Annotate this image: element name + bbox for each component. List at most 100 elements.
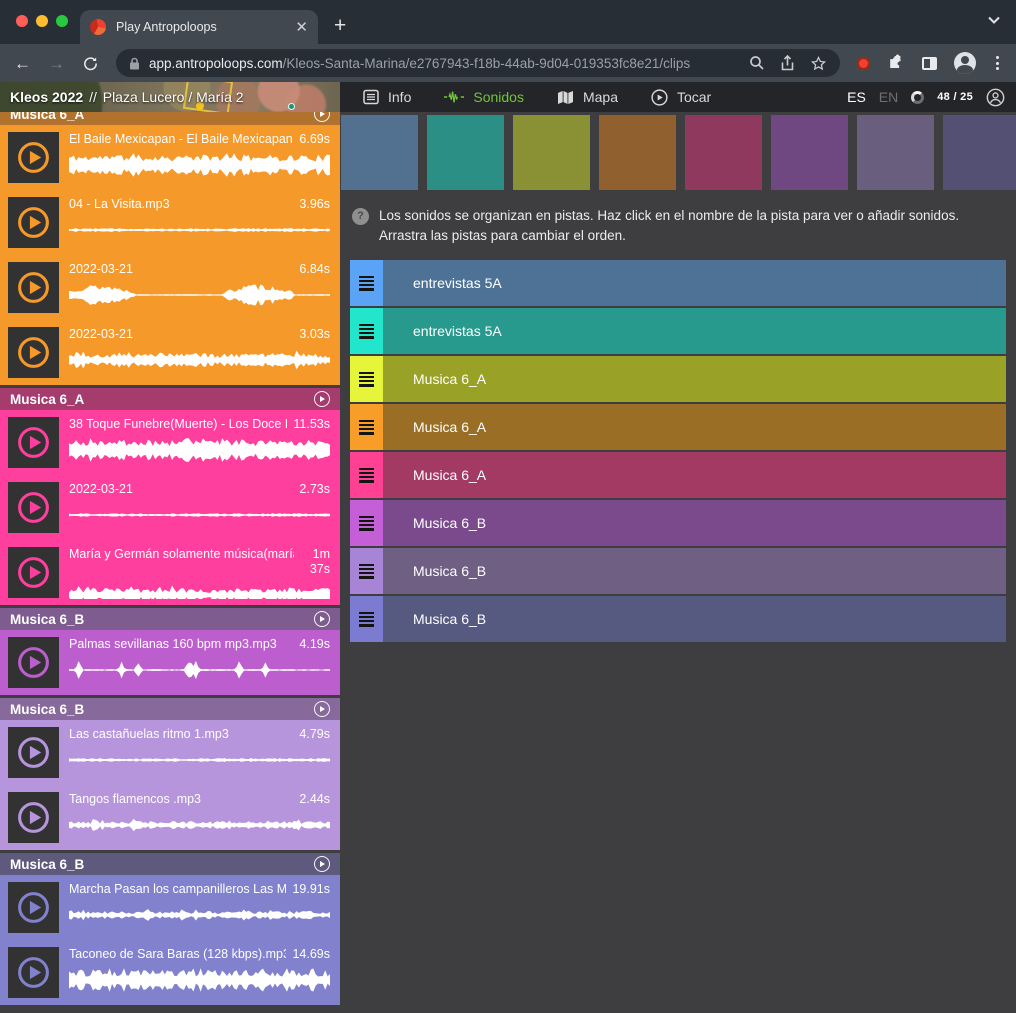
address-bar[interactable]: app.antropoloops.com/Kleos-Santa-Marina/… [116, 49, 840, 77]
clip-row[interactable]: 2022-03-212.73s [0, 475, 340, 540]
bookmark-star-icon[interactable] [810, 55, 827, 72]
track-drag-handle[interactable] [350, 548, 383, 594]
track-drag-handle[interactable] [350, 260, 383, 306]
color-swatch[interactable] [427, 115, 504, 190]
side-panel-icon[interactable] [922, 57, 937, 70]
recording-indicator-icon[interactable] [857, 57, 870, 70]
track-name: Musica 6_B [413, 611, 486, 627]
clip-play-button[interactable] [8, 947, 59, 998]
clip-row[interactable]: Tangos flamencos .mp32.44s [0, 785, 340, 850]
breadcrumb-project[interactable]: Kleos 2022 [10, 89, 83, 105]
clip-row[interactable]: El Baile Mexicapan - El Baile Mexicapan.… [0, 125, 340, 190]
tab-close-icon[interactable]: ✕ [295, 20, 308, 35]
clip-title: 38 Toque Funebre(Muerte) - Los Doce Par.… [69, 417, 287, 432]
section-play-icon[interactable] [314, 611, 330, 627]
map-thumbnail[interactable]: Kleos 2022 // Plaza Lucero / María 2 [0, 82, 340, 112]
color-swatch[interactable] [341, 115, 418, 190]
lang-es[interactable]: ES [847, 89, 866, 105]
color-swatch[interactable] [857, 115, 934, 190]
section-play-icon[interactable] [314, 391, 330, 407]
color-swatch[interactable] [513, 115, 590, 190]
track-row[interactable]: entrevistas 5A [350, 308, 1006, 354]
track-section-title: Musica 6_B [10, 702, 84, 717]
share-icon[interactable] [780, 55, 795, 71]
clip-play-button[interactable] [8, 482, 59, 533]
clip-play-button[interactable] [8, 727, 59, 778]
track-section-header[interactable]: Musica 6_A [0, 388, 340, 410]
clip-play-button[interactable] [8, 417, 59, 468]
track-row[interactable]: Musica 6_B [350, 548, 1006, 594]
extensions-puzzle-icon[interactable] [887, 54, 905, 72]
track-section-title: Musica 6_A [10, 392, 84, 407]
clip-play-button[interactable] [8, 792, 59, 843]
loop-counter: 48 / 25 [937, 91, 973, 103]
track-drag-handle[interactable] [350, 404, 383, 450]
track-row[interactable]: entrevistas 5A [350, 260, 1006, 306]
clip-row[interactable]: 38 Toque Funebre(Muerte) - Los Doce Par.… [0, 410, 340, 475]
help-question-icon: ? [352, 208, 369, 225]
tab-mapa[interactable]: Mapa [557, 89, 618, 105]
track-drag-handle[interactable] [350, 596, 383, 642]
section-play-icon[interactable] [314, 112, 330, 122]
tab-title: Play Antropoloops [116, 20, 285, 34]
tab-sonidos[interactable]: Sonidos [444, 89, 524, 105]
clip-play-button[interactable] [8, 882, 59, 933]
track-drag-handle[interactable] [350, 356, 383, 402]
track-drag-handle[interactable] [350, 308, 383, 354]
clip-row[interactable]: 2022-03-216.84s [0, 255, 340, 320]
clip-play-button[interactable] [8, 132, 59, 183]
loading-spinner-icon [911, 91, 924, 104]
track-section-header[interactable]: Musica 6_B [0, 608, 340, 630]
window-controls[interactable] [16, 15, 68, 27]
reload-button[interactable] [82, 55, 99, 72]
color-swatch[interactable] [771, 115, 848, 190]
tab-info[interactable]: Info [363, 89, 411, 105]
clip-row[interactable]: Palmas sevillanas 160 bpm mp3.mp34.19s [0, 630, 340, 695]
account-icon[interactable] [986, 88, 1005, 107]
play-icon [15, 889, 52, 926]
zoom-search-icon[interactable] [749, 55, 765, 71]
track-section: Musica 6_BMarcha Pasan los campanilleros… [0, 853, 340, 1005]
clip-play-button[interactable] [8, 197, 59, 248]
clip-play-button[interactable] [8, 262, 59, 313]
window-minimize-button[interactable] [36, 15, 48, 27]
track-drag-handle[interactable] [350, 500, 383, 546]
track-section-header[interactable]: Musica 6_B [0, 853, 340, 875]
clip-play-button[interactable] [8, 327, 59, 378]
tab-label: Sonidos [473, 89, 524, 105]
tab-tocar[interactable]: Tocar [651, 89, 711, 106]
color-swatch[interactable] [943, 115, 1016, 190]
clip-row[interactable]: Marcha Pasan los campanilleros Las Mejor… [0, 875, 340, 940]
window-maximize-button[interactable] [56, 15, 68, 27]
window-close-button[interactable] [16, 15, 28, 27]
color-swatch[interactable] [599, 115, 676, 190]
section-play-icon[interactable] [314, 701, 330, 717]
tab-search-chevron-icon[interactable] [988, 16, 1000, 24]
clip-row[interactable]: 2022-03-213.03s [0, 320, 340, 385]
section-play-icon[interactable] [314, 856, 330, 872]
track-row[interactable]: Musica 6_A [350, 356, 1006, 402]
track-row[interactable]: Musica 6_A [350, 452, 1006, 498]
clip-row[interactable]: 04 - La Visita.mp33.96s [0, 190, 340, 255]
clip-play-button[interactable] [8, 547, 59, 598]
browser-menu-icon[interactable] [993, 56, 1002, 70]
track-section-header[interactable]: Musica 6_A [0, 112, 340, 125]
profile-avatar[interactable] [954, 52, 976, 74]
clip-row[interactable]: Las castañuelas ritmo 1.mp34.79s [0, 720, 340, 785]
back-button[interactable]: ← [14, 55, 31, 72]
forward-button[interactable]: → [48, 55, 65, 72]
clip-play-button[interactable] [8, 637, 59, 688]
new-tab-button[interactable]: + [334, 15, 346, 36]
track-drag-handle[interactable] [350, 452, 383, 498]
track-row[interactable]: Musica 6_B [350, 596, 1006, 642]
track-row[interactable]: Musica 6_A [350, 404, 1006, 450]
track-section-header[interactable]: Musica 6_B [0, 698, 340, 720]
breadcrumb-location[interactable]: Plaza Lucero / María 2 [103, 89, 244, 105]
lang-en[interactable]: EN [879, 89, 898, 105]
clip-title: 04 - La Visita.mp3 [69, 197, 293, 212]
clip-row[interactable]: María y Germán solamente música(maría 2.… [0, 540, 340, 605]
color-swatch[interactable] [685, 115, 762, 190]
track-row[interactable]: Musica 6_B [350, 500, 1006, 546]
clip-row[interactable]: Taconeo de Sara Baras (128 kbps).mp314.6… [0, 940, 340, 1005]
browser-tab[interactable]: Play Antropoloops ✕ [80, 10, 318, 44]
